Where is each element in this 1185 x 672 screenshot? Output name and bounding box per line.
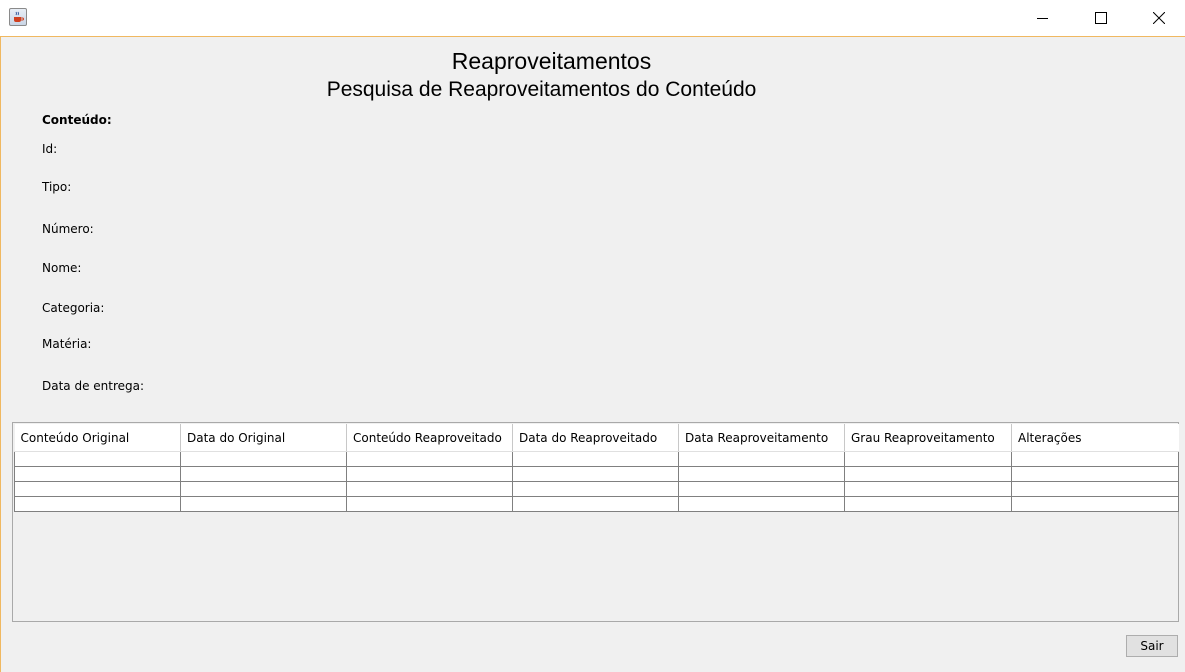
numero-label: Número: (42, 222, 94, 236)
table-cell[interactable] (14, 466, 181, 482)
results-scroll-pane[interactable]: Conteúdo Original Data do Original Conte… (12, 422, 1179, 622)
table-cell[interactable] (14, 481, 181, 497)
materia-label: Matéria: (42, 337, 92, 351)
java-cup-icon[interactable] (9, 8, 27, 26)
table-cell[interactable] (180, 496, 347, 512)
minimize-button[interactable] (1014, 0, 1072, 36)
table-cell[interactable] (512, 466, 679, 482)
table-cell[interactable] (678, 496, 845, 512)
column-header-grau-reaproveitamento[interactable]: Grau Reaproveitamento (844, 424, 1012, 452)
column-header-alteracoes[interactable]: Alterações (1011, 424, 1179, 452)
table-cell[interactable] (1011, 466, 1179, 482)
table-cell[interactable] (512, 451, 679, 467)
table-cell[interactable] (346, 466, 513, 482)
maximize-button[interactable] (1072, 0, 1130, 36)
column-header-conteudo-reaproveitado[interactable]: Conteúdo Reaproveitado (346, 424, 513, 452)
table-cell[interactable] (512, 481, 679, 497)
table-cell[interactable] (1011, 496, 1179, 512)
table-cell[interactable] (180, 481, 347, 497)
exit-button[interactable]: Sair (1126, 635, 1178, 657)
maximize-icon (1095, 12, 1107, 24)
table-cell[interactable] (346, 451, 513, 467)
table-cell[interactable] (180, 466, 347, 482)
results-table[interactable]: Conteúdo Original Data do Original Conte… (14, 424, 1179, 512)
table-cell[interactable] (1011, 451, 1179, 467)
table-cell[interactable] (346, 496, 513, 512)
title-bar (0, 0, 1185, 37)
column-header-data-reaproveitado[interactable]: Data do Reaproveitado (512, 424, 679, 452)
content-section-label: Conteúdo: (42, 113, 112, 127)
table-cell[interactable] (1011, 481, 1179, 497)
nome-label: Nome: (42, 261, 82, 275)
table-cell[interactable] (14, 496, 181, 512)
column-header-data-reaproveitamento[interactable]: Data Reaproveitamento (678, 424, 845, 452)
minimize-icon (1037, 18, 1048, 19)
table-cell[interactable] (844, 481, 1012, 497)
column-header-data-original[interactable]: Data do Original (180, 424, 347, 452)
table-cell[interactable] (844, 496, 1012, 512)
table-cell[interactable] (678, 466, 845, 482)
table-row[interactable] (14, 451, 1179, 467)
table-cell[interactable] (512, 496, 679, 512)
table-cell[interactable] (346, 481, 513, 497)
id-label: Id: (42, 142, 58, 156)
table-header-row: Conteúdo Original Data do Original Conte… (14, 424, 1179, 452)
close-icon (1153, 12, 1165, 24)
tipo-label: Tipo: (42, 180, 72, 194)
data-entrega-label: Data de entrega: (42, 379, 145, 393)
table-cell[interactable] (844, 466, 1012, 482)
page-subtitle: Pesquisa de Reaproveitamentos do Conteúd… (326, 78, 757, 101)
close-button[interactable] (1130, 0, 1185, 36)
table-row[interactable] (14, 496, 1179, 512)
table-cell[interactable] (678, 481, 845, 497)
table-cell[interactable] (180, 451, 347, 467)
table-cell[interactable] (844, 451, 1012, 467)
table-row[interactable] (14, 481, 1179, 497)
table-cell[interactable] (678, 451, 845, 467)
table-cell[interactable] (14, 451, 181, 467)
page-title: Reaproveitamentos (451, 48, 652, 74)
column-header-conteudo-original[interactable]: Conteúdo Original (14, 424, 181, 452)
categoria-label: Categoria: (42, 301, 105, 315)
table-row[interactable] (14, 466, 1179, 482)
